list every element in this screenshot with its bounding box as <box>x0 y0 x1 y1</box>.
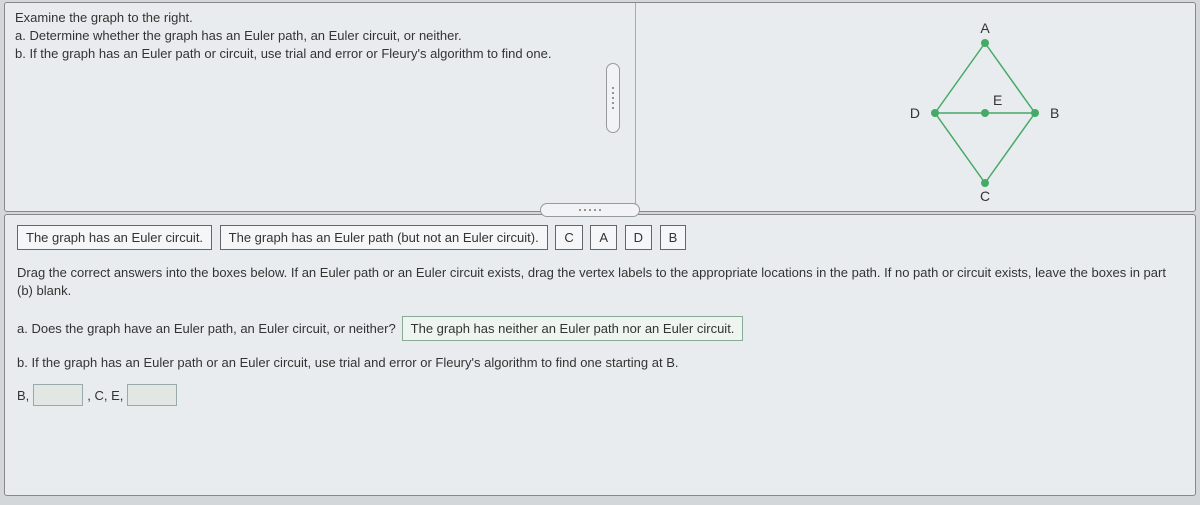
drag-item-vertex-b[interactable]: B <box>660 225 687 250</box>
drag-item-vertex-c[interactable]: C <box>555 225 582 250</box>
answer-a-dropzone[interactable]: The graph has neither an Euler path nor … <box>402 316 744 341</box>
seq-dropzone-2[interactable] <box>127 384 177 406</box>
vertex-label-a: A <box>980 20 990 36</box>
seq-mid-label: , C, E, <box>87 388 123 403</box>
question-b-label: b. If the graph has an Euler path or an … <box>17 355 678 370</box>
drag-source-row: The graph has an Euler circuit. The grap… <box>17 225 1183 250</box>
drag-instruction: Drag the correct answers into the boxes … <box>17 264 1183 300</box>
drag-item-euler-path[interactable]: The graph has an Euler path (but not an … <box>220 225 548 250</box>
prompt-line-1: Examine the graph to the right. <box>15 9 625 27</box>
seq-dropzone-1[interactable] <box>33 384 83 406</box>
prompt-text: Examine the graph to the right. a. Deter… <box>5 3 635 211</box>
sequence-row: B, , C, E, <box>17 384 1183 406</box>
graph-area: A B C D E <box>635 3 1195 211</box>
graph-figure: A B C D E <box>875 13 1095 203</box>
prompt-line-3: b. If the graph has an Euler path or cir… <box>15 45 625 63</box>
bottom-panel: The graph has an Euler circuit. The grap… <box>4 214 1196 496</box>
drag-item-euler-circuit[interactable]: The graph has an Euler circuit. <box>17 225 212 250</box>
question-a-row: a. Does the graph have an Euler path, an… <box>17 316 1183 341</box>
top-panel: Examine the graph to the right. a. Deter… <box>4 2 1196 212</box>
seq-start-label: B, <box>17 388 29 403</box>
vertex-label-b: B <box>1050 105 1059 121</box>
vertical-splitter-handle[interactable] <box>606 63 620 133</box>
drag-item-vertex-d[interactable]: D <box>625 225 652 250</box>
question-b-row: b. If the graph has an Euler path or an … <box>17 355 1183 370</box>
vertex-label-e: E <box>993 92 1002 108</box>
drag-item-vertex-a[interactable]: A <box>590 225 617 250</box>
prompt-line-2: a. Determine whether the graph has an Eu… <box>15 27 625 45</box>
horizontal-splitter-handle[interactable] <box>540 203 640 217</box>
vertex-label-c: C <box>980 188 990 203</box>
question-a-label: a. Does the graph have an Euler path, an… <box>17 321 396 336</box>
vertex-label-d: D <box>910 105 920 121</box>
